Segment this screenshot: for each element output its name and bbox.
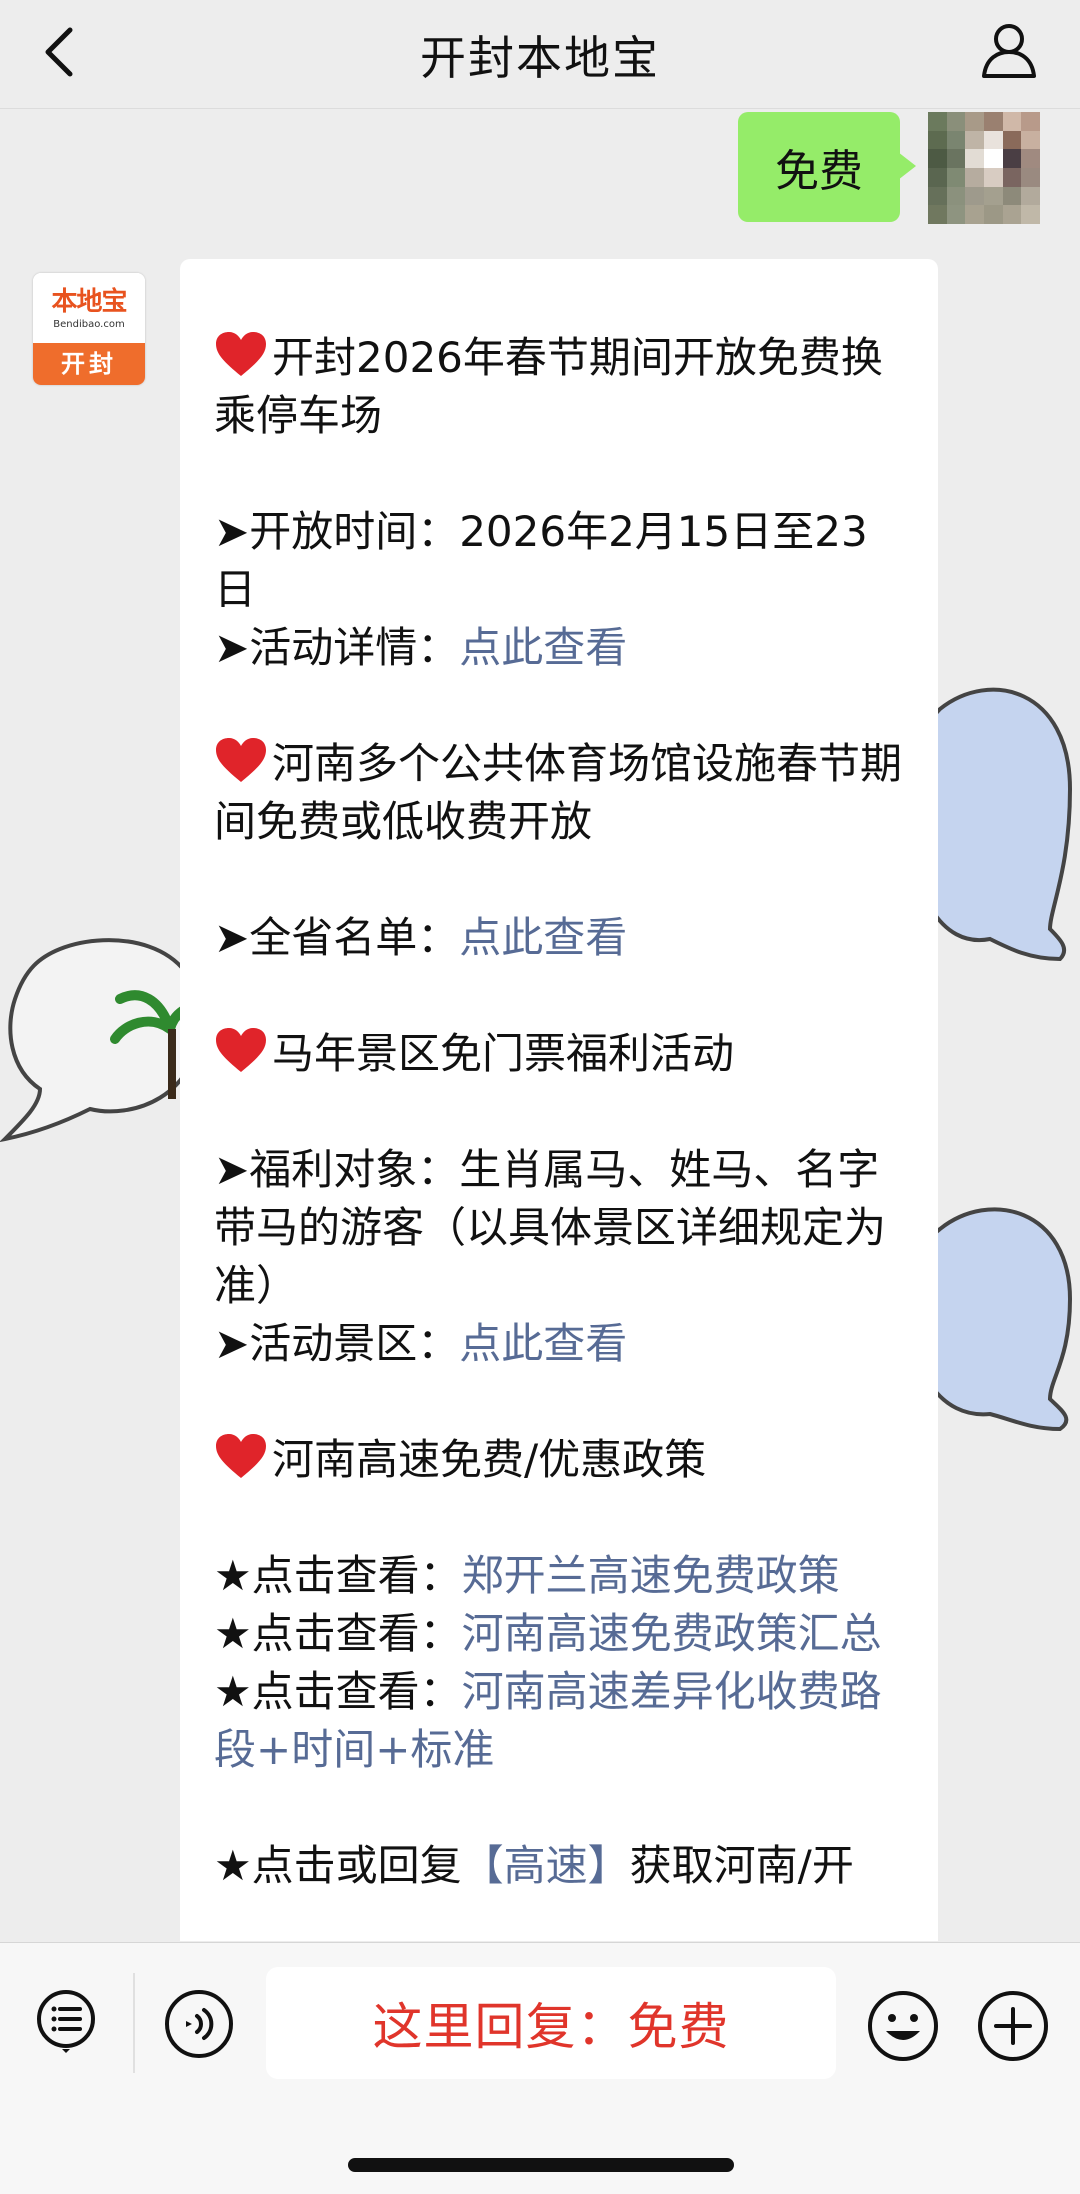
star1-label: ★点击查看： xyxy=(214,1551,462,1600)
reply-hint-text: 这里回复：免费 xyxy=(372,1998,730,2056)
message-lines: 开封2026年春节期间开放免费换乘停车场 ➤开放时间：2026年2月15日至23… xyxy=(214,329,904,1895)
heart-icon xyxy=(216,1434,266,1478)
block4-title: 河南高速免费/优惠政策 xyxy=(272,1435,707,1484)
block3-title: 马年景区免门票福利活动 xyxy=(272,1029,735,1078)
block1: 开封2026年春节期间开放免费换乘停车场 ➤开放时间：2026年2月15日至23… xyxy=(214,329,904,677)
block2-list: ➤全省名单：点此查看 xyxy=(214,909,904,967)
block4: 河南高速免费/优惠政策 ★点击查看：郑开兰高速免费政策 ★点击查看：河南高速免费… xyxy=(214,1431,904,1895)
cut-off-line: ★点击或回复【高速】获取河南/开 xyxy=(214,1837,904,1895)
block2-title-line: 河南多个公共体育场馆设施春节期间免费或低收费开放 xyxy=(214,735,904,851)
star1: ★点击查看：郑开兰高速免费政策 xyxy=(214,1547,904,1605)
block3: 马年景区免门票福利活动 ➤福利对象：生肖属马、姓马、名字带马的游客（以具体景区详… xyxy=(214,1025,904,1373)
account-avatar[interactable]: 本地宝 Bendibao.com 开封 xyxy=(33,273,145,385)
block3-scenic-label: ➤活动景区： xyxy=(214,1319,460,1368)
avatar-brand-text: 本地宝 xyxy=(51,287,127,317)
block2: 河南多个公共体育场馆设施春节期间免费或低收费开放 ➤全省名单：点此查看 xyxy=(214,735,904,967)
person-icon[interactable] xyxy=(978,18,1040,80)
account-avatar-top: 本地宝 Bendibao.com xyxy=(33,273,145,343)
top-bar: 开封本地宝 xyxy=(0,0,1080,109)
block3-scenic: ➤活动景区：点此查看 xyxy=(214,1315,904,1373)
block1-title: 开封2026年春节期间开放免费换乘停车场 xyxy=(214,333,883,440)
plus-icon[interactable] xyxy=(976,1989,1050,2063)
block1-title-line: 开封2026年春节期间开放免费换乘停车场 xyxy=(214,329,904,445)
user-message-bubble[interactable]: 免费 xyxy=(738,112,916,222)
star2-link[interactable]: 河南高速免费政策汇总 xyxy=(462,1609,882,1658)
bottom-input-bar: 这里回复：免费 xyxy=(0,1942,1080,2194)
star3-label: ★点击查看： xyxy=(214,1667,462,1716)
home-indicator xyxy=(348,2158,734,2172)
chat-area[interactable]: 免费 本地宝 Bendibao.com 开封 开封2026年春节期间开放免费换乘… xyxy=(0,109,1080,1941)
block3-target: ➤福利对象：生肖属马、姓马、名字带马的游客（以具体景区详细规定为准） xyxy=(214,1141,904,1315)
cut-prefix: ★点击或回复 xyxy=(214,1841,462,1890)
block4-title-line: 河南高速免费/优惠政策 xyxy=(214,1431,904,1489)
block1-time-label: ➤开放时间： xyxy=(214,507,460,556)
menu-list-icon[interactable] xyxy=(34,1989,98,2053)
avatar-domain-text: Bendibao.com xyxy=(53,319,125,330)
avatar-city-text: 开封 xyxy=(33,343,145,385)
star2: ★点击查看：河南高速免费政策汇总 xyxy=(214,1605,904,1663)
cut-keyword[interactable]: 【高速】 xyxy=(462,1841,630,1890)
heart-icon xyxy=(216,1028,266,1072)
cut-suffix: 获取河南/开 xyxy=(629,1841,854,1890)
block1-detail-label: ➤活动详情： xyxy=(214,623,460,672)
emoji-icon[interactable] xyxy=(866,1989,940,2063)
block2-list-link[interactable]: 点此查看 xyxy=(459,913,627,962)
block3-scenic-link[interactable]: 点此查看 xyxy=(459,1319,627,1368)
heart-icon xyxy=(216,738,266,782)
block1-detail-link[interactable]: 点此查看 xyxy=(459,623,627,672)
star2-label: ★点击查看： xyxy=(214,1609,462,1658)
page-title: 开封本地宝 xyxy=(420,31,660,85)
block2-list-label: ➤全省名单： xyxy=(214,913,460,962)
block1-time: ➤开放时间：2026年2月15日至23日 xyxy=(214,503,904,619)
block3-target-label: ➤福利对象： xyxy=(214,1145,460,1194)
background-sticker-left xyxy=(0,938,200,1143)
block3-title-line: 马年景区免门票福利活动 xyxy=(214,1025,904,1083)
star1-link[interactable]: 郑开兰高速免费政策 xyxy=(462,1551,840,1600)
voice-icon[interactable] xyxy=(164,1989,234,2059)
toolbar-divider xyxy=(133,1973,135,2073)
block1-detail: ➤活动详情：点此查看 xyxy=(214,619,904,677)
block2-title: 河南多个公共体育场馆设施春节期间免费或低收费开放 xyxy=(214,739,903,846)
star3: ★点击查看：河南高速差异化收费路段+时间+标准 xyxy=(214,1663,904,1779)
heart-icon xyxy=(216,332,266,376)
message-input[interactable]: 这里回复：免费 xyxy=(266,1967,836,2079)
user-avatar[interactable] xyxy=(928,112,1040,224)
